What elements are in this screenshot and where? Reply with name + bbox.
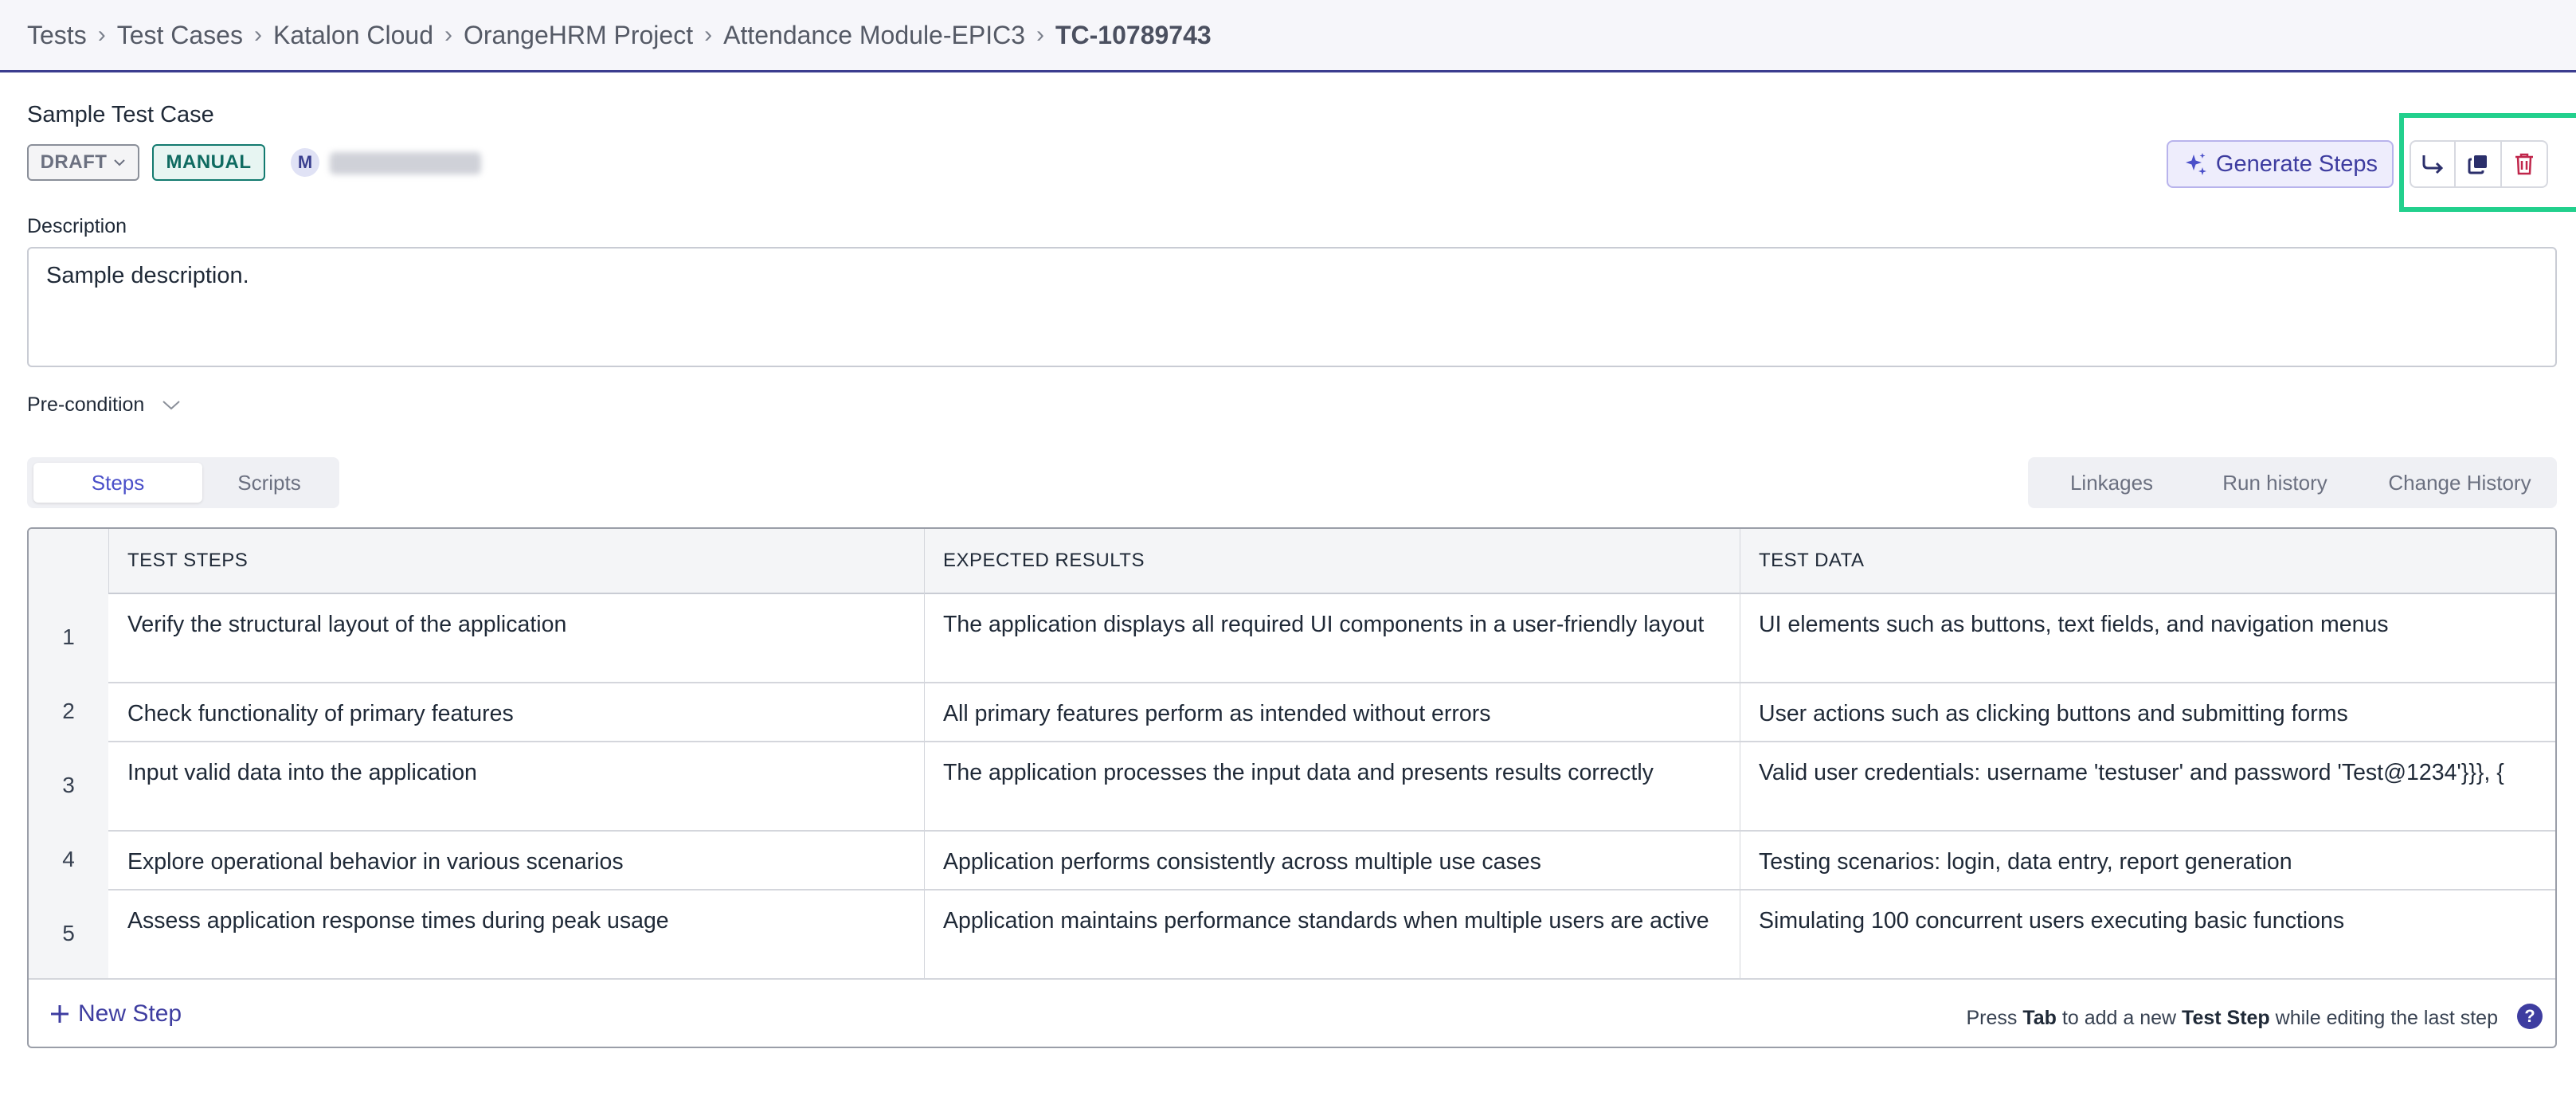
avatar[interactable]: M bbox=[291, 148, 319, 177]
row-number: 4 bbox=[29, 830, 108, 889]
tab-run-history[interactable]: Run history bbox=[2195, 463, 2355, 503]
description-label: Description bbox=[27, 215, 127, 237]
precondition-label: Pre-condition bbox=[27, 393, 145, 416]
type-badge: MANUAL bbox=[152, 144, 265, 181]
step-cell[interactable]: Assess application response times during… bbox=[127, 905, 916, 937]
expected-cell[interactable]: Application maintains performance standa… bbox=[943, 905, 1732, 937]
tab-linkages[interactable]: Linkages bbox=[2044, 463, 2179, 503]
row-number: 3 bbox=[29, 741, 108, 830]
keyboard-hint: Press Tab to add a new Test Step while e… bbox=[1967, 1007, 2499, 1030]
row-number: 1 bbox=[29, 593, 108, 682]
generate-steps-label: Generate Steps bbox=[2215, 151, 2378, 177]
row-number: 2 bbox=[29, 682, 108, 741]
chevron-down-icon bbox=[162, 400, 181, 411]
description-field[interactable]: Sample description. bbox=[27, 247, 2557, 367]
sparkle-icon bbox=[2183, 151, 2208, 177]
tab-steps[interactable]: Steps bbox=[33, 463, 202, 503]
assignee-name-blurred bbox=[330, 152, 481, 174]
hint-key: Tab bbox=[2022, 1007, 2057, 1029]
breadcrumb-separator: › bbox=[1035, 22, 1044, 48]
table-header: TEST STEPS EXPECTED RESULTS TEST DATA bbox=[29, 529, 2555, 594]
header-test-steps: TEST STEPS bbox=[127, 550, 249, 571]
table-row[interactable]: 3 Input valid data into the application … bbox=[29, 741, 2555, 832]
precondition-toggle[interactable]: Pre-condition bbox=[27, 393, 181, 417]
hint-middle: to add a new bbox=[2061, 1007, 2177, 1029]
table-row[interactable]: 2 Check functionality of primary feature… bbox=[29, 682, 2555, 742]
new-step-button[interactable]: New Step bbox=[49, 1000, 182, 1028]
hint-target: Test Step bbox=[2182, 1007, 2270, 1029]
steps-table: TEST STEPS EXPECTED RESULTS TEST DATA 1 … bbox=[27, 527, 2557, 1048]
step-cell[interactable]: Verify the structural layout of the appl… bbox=[127, 609, 916, 640]
tab-scripts[interactable]: Scripts bbox=[204, 463, 335, 503]
status-dropdown[interactable]: DRAFT bbox=[27, 144, 139, 181]
expected-cell[interactable]: The application processes the input data… bbox=[943, 757, 1732, 789]
new-step-label: New Step bbox=[78, 1000, 182, 1027]
column-divider bbox=[108, 529, 109, 593]
data-cell[interactable]: UI elements such as buttons, text fields… bbox=[1759, 609, 2547, 640]
page-title: Sample Test Case bbox=[27, 102, 214, 127]
breadcrumb-test-cases[interactable]: Test Cases bbox=[117, 21, 243, 50]
breadcrumb-separator: › bbox=[444, 22, 452, 48]
expected-cell[interactable]: The application displays all required UI… bbox=[943, 609, 1732, 640]
tab-change-history[interactable]: Change History bbox=[2370, 463, 2549, 503]
breadcrumb-tests[interactable]: Tests bbox=[27, 21, 87, 50]
generate-steps-button[interactable]: Generate Steps bbox=[2167, 140, 2394, 188]
header-test-data: TEST DATA bbox=[1759, 550, 1865, 571]
tab-group-right: Linkages Run history Change History bbox=[2028, 457, 2557, 508]
data-cell[interactable]: User actions such as clicking buttons an… bbox=[1759, 698, 2547, 730]
breadcrumb-separator: › bbox=[253, 22, 262, 48]
expected-cell[interactable]: All primary features perform as intended… bbox=[943, 698, 1732, 730]
breadcrumb-katalon-cloud[interactable]: Katalon Cloud bbox=[273, 21, 433, 50]
highlight-box bbox=[2399, 113, 2576, 212]
type-label: MANUAL bbox=[166, 151, 252, 173]
breadcrumb-current: TC-10789743 bbox=[1055, 20, 1212, 49]
breadcrumb-project[interactable]: OrangeHRM Project bbox=[464, 21, 693, 50]
chevron-down-icon bbox=[113, 159, 126, 166]
data-cell[interactable]: Valid user credentials: username 'testus… bbox=[1759, 757, 2539, 789]
table-row[interactable]: 4 Explore operational behavior in variou… bbox=[29, 830, 2555, 890]
column-divider bbox=[924, 593, 925, 978]
column-divider bbox=[924, 529, 925, 593]
table-row[interactable]: 1 Verify the structural layout of the ap… bbox=[29, 593, 2555, 683]
breadcrumb: Tests › Test Cases › Katalon Cloud › Ora… bbox=[0, 0, 2576, 72]
hint-suffix: while editing the last step bbox=[2275, 1007, 2498, 1029]
table-footer: New Step Press Tab to add a new Test Ste… bbox=[29, 986, 2555, 1047]
breadcrumb-separator: › bbox=[97, 22, 106, 48]
help-icon[interactable]: ? bbox=[2517, 1004, 2543, 1029]
status-label: DRAFT bbox=[40, 151, 108, 173]
plus-icon bbox=[49, 1004, 70, 1024]
step-cell[interactable]: Input valid data into the application bbox=[127, 757, 916, 789]
row-number: 5 bbox=[29, 889, 108, 978]
table-row[interactable]: 5 Assess application response times duri… bbox=[29, 889, 2555, 980]
expected-cell[interactable]: Application performs consistently across… bbox=[943, 846, 1732, 878]
tab-group-left: Steps Scripts bbox=[27, 457, 339, 508]
data-cell[interactable]: Testing scenarios: login, data entry, re… bbox=[1759, 846, 2547, 878]
step-cell[interactable]: Explore operational behavior in various … bbox=[127, 846, 916, 878]
breadcrumb-module[interactable]: Attendance Module-EPIC3 bbox=[723, 21, 1025, 50]
breadcrumb-separator: › bbox=[704, 22, 713, 48]
header-expected-results: EXPECTED RESULTS bbox=[943, 550, 1145, 571]
step-cell[interactable]: Check functionality of primary features bbox=[127, 698, 916, 730]
data-cell[interactable]: Simulating 100 concurrent users executin… bbox=[1759, 905, 2547, 937]
hint-prefix: Press bbox=[1966, 1007, 2018, 1029]
